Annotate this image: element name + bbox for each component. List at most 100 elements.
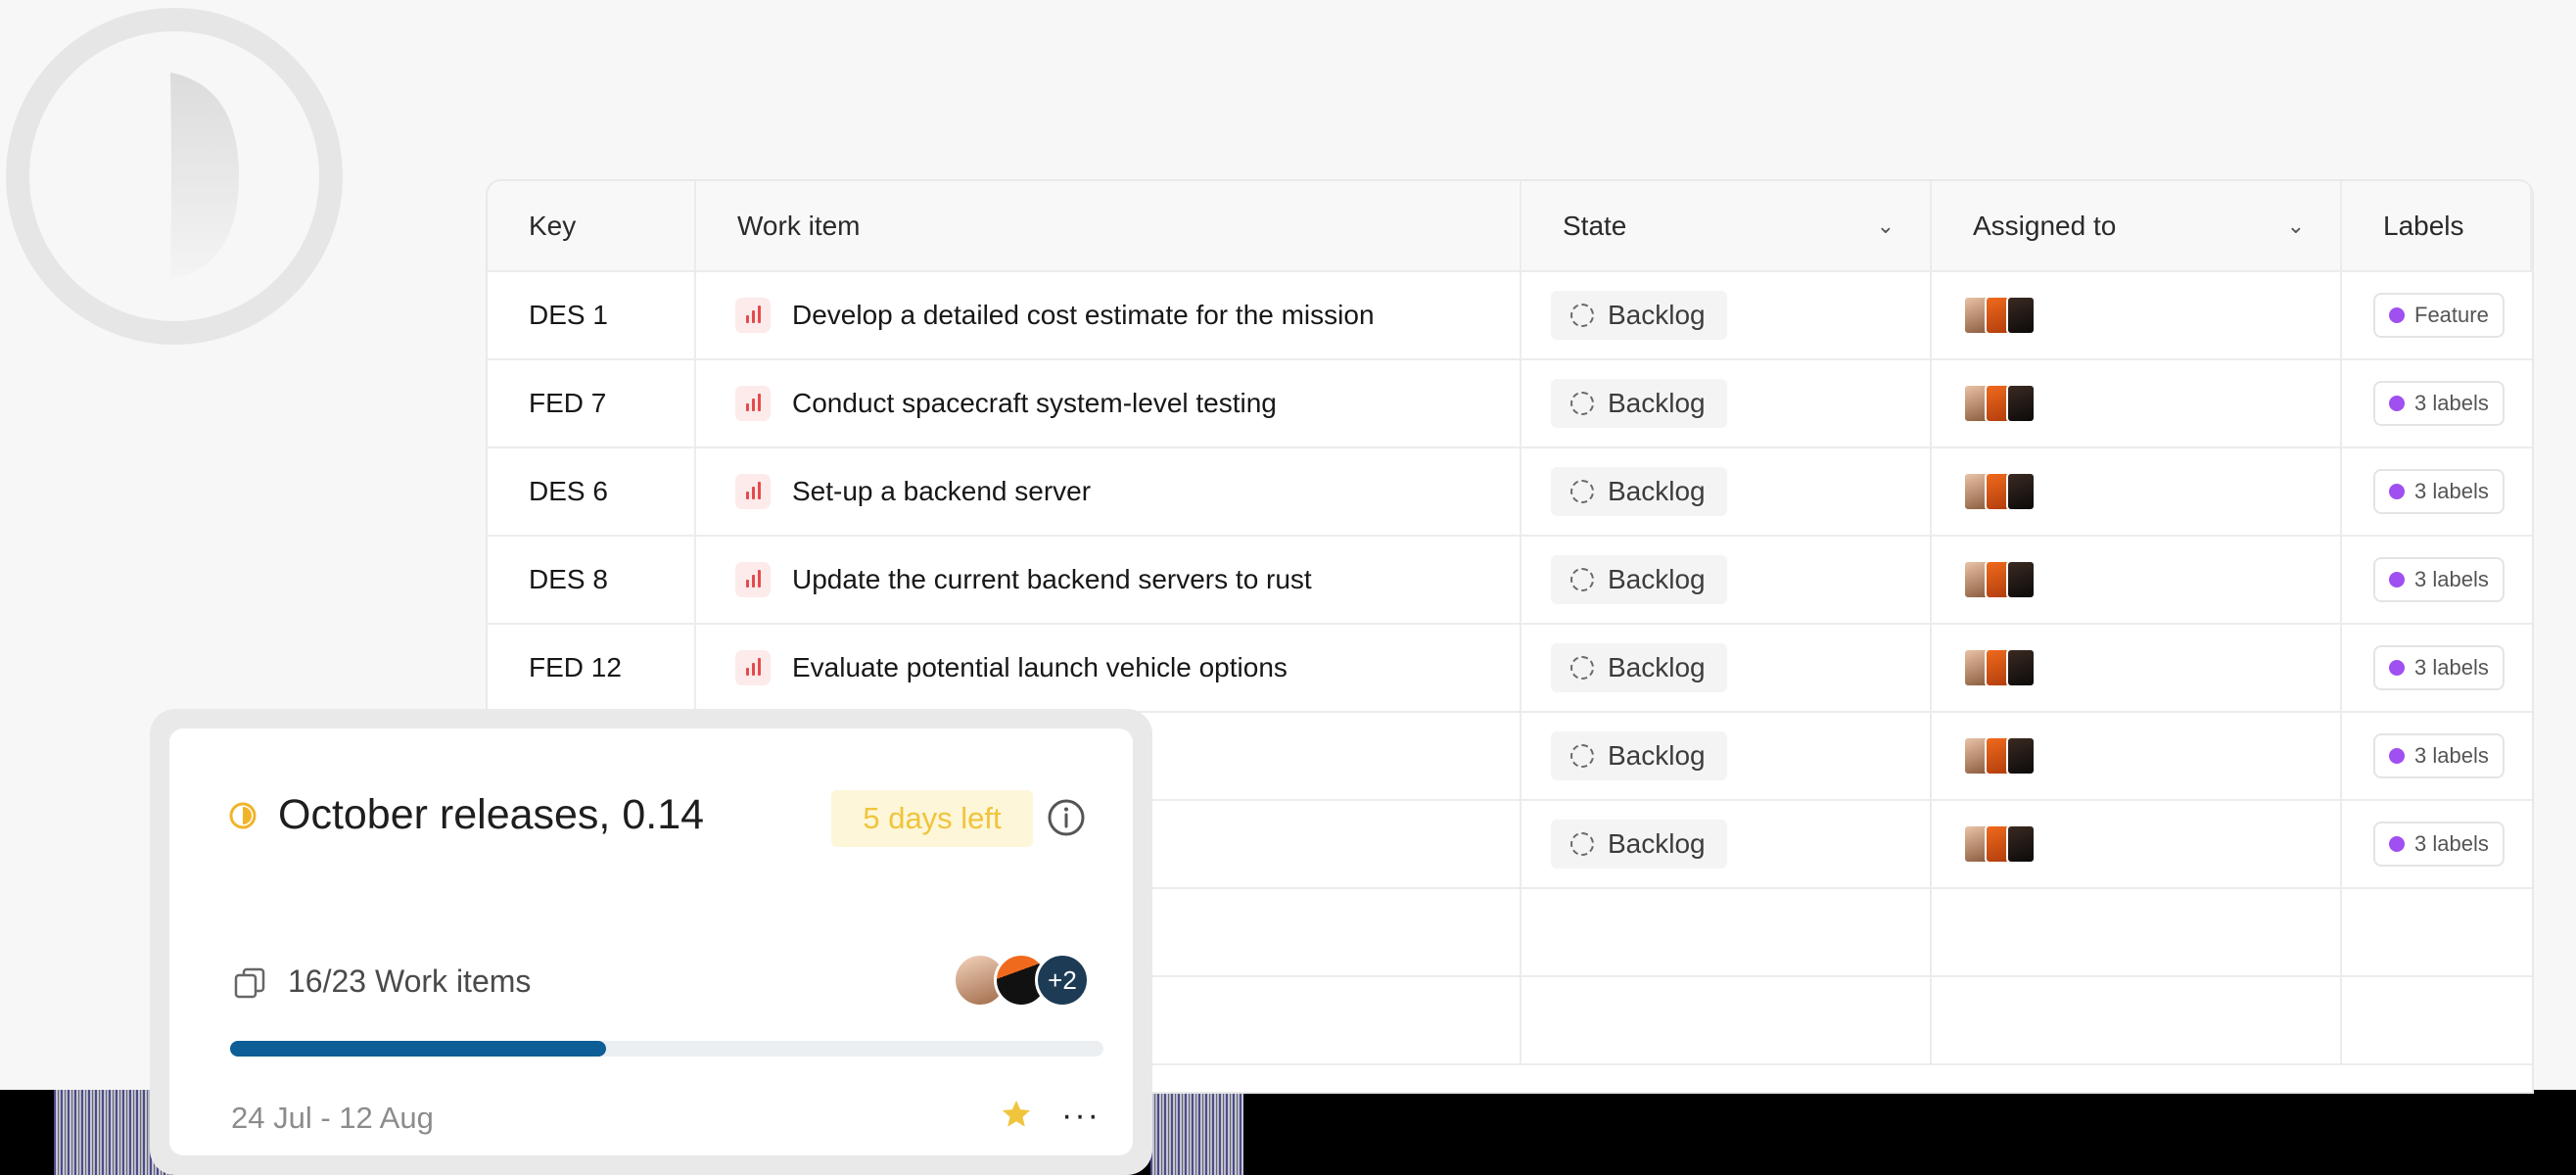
state-label: Backlog xyxy=(1608,740,1706,771)
table-cell-labels: 3 labels xyxy=(2342,448,2532,537)
work-items-icon xyxy=(234,967,265,999)
label-dot-icon xyxy=(2389,660,2405,676)
table-cell-work-item[interactable]: Update the current backend servers to ru… xyxy=(696,537,1522,625)
work-item-title[interactable]: Update the current backend servers to ru… xyxy=(792,564,1312,595)
work-item-key: FED 7 xyxy=(529,388,607,418)
label-dot-icon xyxy=(2389,748,2405,764)
table-cell-work-item[interactable]: Evaluate potential launch vehicle option… xyxy=(696,625,1522,713)
state-label: Backlog xyxy=(1608,476,1706,506)
priority-urgent-icon[interactable] xyxy=(735,562,771,597)
table-cell-key: DES 8 xyxy=(488,537,696,625)
state-label: Backlog xyxy=(1608,300,1706,330)
label-text: 3 labels xyxy=(2414,391,2489,415)
table-cell-labels: 3 labels xyxy=(2342,801,2532,889)
state-dropdown[interactable]: Backlog xyxy=(1551,643,1727,692)
avatar xyxy=(2006,472,2036,511)
avatar xyxy=(2006,560,2036,599)
assignee-avatars[interactable] xyxy=(1963,296,2036,335)
table-cell-assignees xyxy=(1932,360,2342,448)
label-dot-icon xyxy=(2389,572,2405,588)
table-cell-empty xyxy=(2342,889,2532,977)
label-dot-icon xyxy=(2389,484,2405,499)
table-cell-state: Backlog xyxy=(1522,360,1932,448)
chevron-down-icon[interactable]: ⌄ xyxy=(2287,213,2305,239)
star-icon[interactable] xyxy=(1000,1098,1033,1131)
work-item-title[interactable]: Conduct spacecraft system-level testing xyxy=(792,388,1277,419)
backlog-state-icon xyxy=(1570,304,1594,327)
table-cell-work-item[interactable]: Conduct spacecraft system-level testing xyxy=(696,360,1522,448)
column-header-label: Labels xyxy=(2383,210,2464,241)
cycle-dates: 24 Jul - 12 Aug xyxy=(231,1101,434,1135)
state-dropdown[interactable]: Backlog xyxy=(1551,467,1727,516)
label-pill[interactable]: 3 labels xyxy=(2373,733,2505,778)
info-icon[interactable] xyxy=(1047,798,1086,837)
avatar-overflow-count: +2 xyxy=(1035,953,1090,1008)
label-dot-icon xyxy=(2389,836,2405,852)
state-dropdown[interactable]: Backlog xyxy=(1551,555,1727,604)
column-header-label: Assigned to xyxy=(1973,210,2117,241)
app-logo xyxy=(6,8,343,345)
assignee-avatars[interactable] xyxy=(1963,648,2036,687)
priority-urgent-icon[interactable] xyxy=(735,386,771,421)
decorative-noise-overlay xyxy=(1150,1090,1243,1175)
label-pill[interactable]: 3 labels xyxy=(2373,381,2505,426)
table-cell-labels: 3 labels xyxy=(2342,537,2532,625)
backlog-state-icon xyxy=(1570,568,1594,591)
label-pill[interactable]: 3 labels xyxy=(2373,469,2505,514)
assignee-avatars[interactable] xyxy=(1963,736,2036,776)
state-label: Backlog xyxy=(1608,828,1706,859)
column-header-assigned-to[interactable]: Assigned to ⌄ xyxy=(1932,181,2342,272)
column-header-state[interactable]: State ⌄ xyxy=(1522,181,1932,272)
assignee-avatars[interactable] xyxy=(1963,824,2036,864)
label-text: Feature xyxy=(2414,303,2489,327)
column-header-work-item[interactable]: Work item xyxy=(696,181,1522,272)
table-cell-labels: Feature xyxy=(2342,272,2532,360)
cycle-card[interactable]: October releases, 0.14 5 days left 16/23… xyxy=(169,728,1133,1155)
chevron-down-icon[interactable]: ⌄ xyxy=(1877,213,1895,239)
state-dropdown[interactable]: Backlog xyxy=(1551,291,1727,340)
table-cell-key: DES 1 xyxy=(488,272,696,360)
backlog-state-icon xyxy=(1570,480,1594,503)
work-item-title[interactable]: Evaluate potential launch vehicle option… xyxy=(792,652,1288,683)
work-item-title[interactable]: Develop a detailed cost estimate for the… xyxy=(792,300,1375,331)
table-cell-labels: 3 labels xyxy=(2342,360,2532,448)
table-cell-work-item[interactable]: Develop a detailed cost estimate for the… xyxy=(696,272,1522,360)
avatar xyxy=(2006,824,2036,864)
column-header-labels[interactable]: Labels xyxy=(2342,181,2532,272)
work-item-key: DES 8 xyxy=(529,564,608,594)
priority-urgent-icon[interactable] xyxy=(735,650,771,685)
assignee-avatars[interactable] xyxy=(1963,384,2036,423)
label-pill[interactable]: 3 labels xyxy=(2373,557,2505,602)
state-label: Backlog xyxy=(1608,388,1706,418)
table-cell-empty xyxy=(1522,977,1932,1065)
more-options-icon[interactable]: ··· xyxy=(1061,1097,1101,1135)
label-pill[interactable]: Feature xyxy=(2373,293,2505,338)
label-pill[interactable]: 3 labels xyxy=(2373,822,2505,867)
column-header-key[interactable]: Key xyxy=(488,181,696,272)
cycle-title: October releases, 0.14 xyxy=(278,791,705,838)
state-dropdown[interactable]: Backlog xyxy=(1551,820,1727,869)
table-cell-key: FED 7 xyxy=(488,360,696,448)
label-pill[interactable]: 3 labels xyxy=(2373,645,2505,690)
priority-urgent-icon[interactable] xyxy=(735,298,771,333)
state-dropdown[interactable]: Backlog xyxy=(1551,731,1727,780)
work-item-title[interactable]: Set-up a backend server xyxy=(792,476,1091,507)
table-cell-work-item[interactable]: Set-up a backend server xyxy=(696,448,1522,537)
table-cell-state: Backlog xyxy=(1522,713,1932,801)
table-cell-state: Backlog xyxy=(1522,625,1932,713)
table-cell-assignees xyxy=(1932,801,2342,889)
member-avatars[interactable]: +2 xyxy=(953,953,1090,1008)
avatar xyxy=(2006,384,2036,423)
progress-bar xyxy=(230,1041,1103,1057)
table-cell-empty xyxy=(1932,977,2342,1065)
state-dropdown[interactable]: Backlog xyxy=(1551,379,1727,428)
assignee-avatars[interactable] xyxy=(1963,472,2036,511)
table-cell-empty xyxy=(2342,977,2532,1065)
priority-urgent-icon[interactable] xyxy=(735,474,771,509)
table-cell-empty xyxy=(1522,889,1932,977)
table-cell-assignees xyxy=(1932,272,2342,360)
label-dot-icon xyxy=(2389,307,2405,323)
table-cell-state: Backlog xyxy=(1522,448,1932,537)
assignee-avatars[interactable] xyxy=(1963,560,2036,599)
avatar xyxy=(2006,296,2036,335)
